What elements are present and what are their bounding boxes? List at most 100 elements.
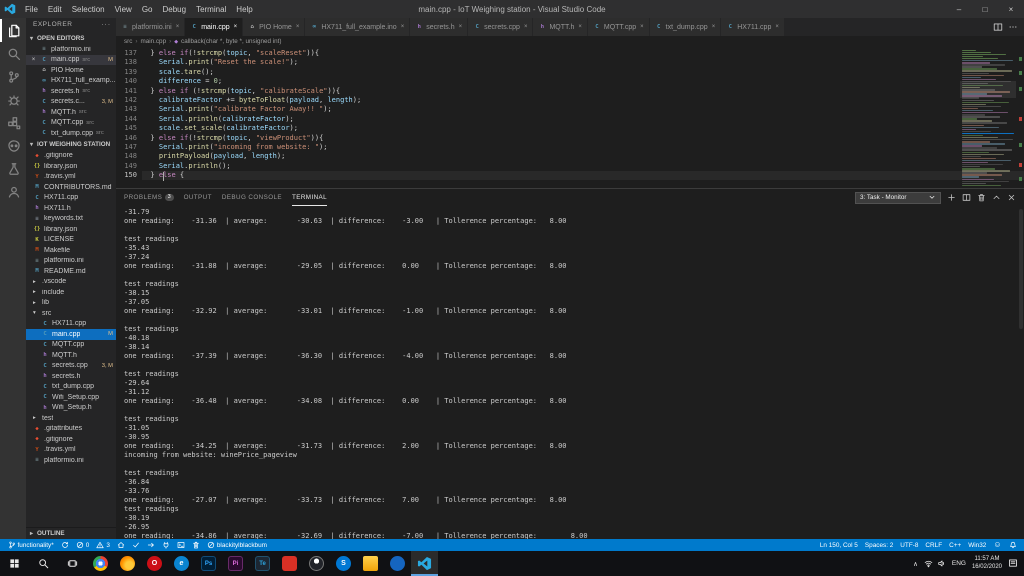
taskbar-app-chrome[interactable] xyxy=(87,551,114,576)
panel-tab-output[interactable]: OUTPUT xyxy=(184,189,212,206)
tree-item-Wifi_Setup.h[interactable]: hWifi_Setup.h xyxy=(26,403,116,414)
code-line[interactable]: scale.set_scale(calibrateFactor); xyxy=(142,124,1024,133)
code-line[interactable]: } else { xyxy=(142,171,1024,180)
menu-edit[interactable]: Edit xyxy=(43,0,67,18)
code-line[interactable]: } else if (!strcmp(topic, "calibrateScal… xyxy=(142,87,1024,96)
tree-item-HX711.cpp[interactable]: CHX711.cpp xyxy=(26,193,116,204)
taskbar-app-opera[interactable]: O xyxy=(141,551,168,576)
tab-txt_dump.cpp[interactable]: Ctxt_dump.cpp× xyxy=(650,18,722,36)
taskbar-app-edge[interactable]: e xyxy=(168,551,195,576)
tree-item-library.json[interactable]: {}library.json xyxy=(26,161,116,172)
minimize-button[interactable]: – xyxy=(946,0,972,18)
tree-item-main.cpp[interactable]: Cmain.cppM xyxy=(26,329,116,340)
menu-file[interactable]: File xyxy=(20,0,43,18)
taskbar-app-app-te[interactable]: Te xyxy=(249,551,276,576)
status-feedback[interactable]: ☺ xyxy=(990,539,1005,551)
tab-HX711.cpp[interactable]: CHX711.cpp× xyxy=(721,18,785,36)
activitybar-account[interactable] xyxy=(0,180,26,203)
volume-icon[interactable] xyxy=(937,559,946,568)
code-line[interactable]: } else if(!strcmp(topic, "scaleReset")){ xyxy=(142,49,1024,58)
outline-header[interactable]: ▸ OUTLINE xyxy=(26,527,116,539)
tree-item-MQTT.h[interactable]: hMQTT.h xyxy=(26,350,116,361)
tree-item-lib[interactable]: ▸lib xyxy=(26,298,116,309)
taskbar-app-app-red[interactable] xyxy=(276,551,303,576)
open-editor-main.cpp[interactable]: ×Cmain.cppsrcM xyxy=(26,55,116,66)
panel-tab-debug-console[interactable]: DEBUG CONSOLE xyxy=(222,189,282,206)
breadcrumb-item[interactable]: main.cpp xyxy=(141,38,167,45)
tab-MQTT.h[interactable]: hMQTT.h× xyxy=(533,18,587,36)
open-editor-platformio.ini[interactable]: ×≡platformio.ini xyxy=(26,44,116,55)
maximize-button[interactable]: □ xyxy=(972,0,998,18)
status-pio-home[interactable] xyxy=(113,539,128,551)
code-line[interactable]: Serial.println(); xyxy=(142,162,1024,171)
split-terminal-button[interactable] xyxy=(962,193,971,202)
tray-chevron[interactable]: ∧ xyxy=(913,560,918,568)
network-icon[interactable] xyxy=(924,559,933,568)
tree-item-LICENSE[interactable]: KLICENSE xyxy=(26,235,116,246)
tree-item-.travis.yml[interactable]: Y.travis.yml xyxy=(26,172,116,183)
tab-main.cpp[interactable]: Cmain.cpp× xyxy=(185,18,243,36)
taskbar-app-vscode[interactable] xyxy=(411,551,438,576)
open-editor-txt_dump.cpp[interactable]: ×Ctxt_dump.cppsrc xyxy=(26,128,116,139)
status-language-mode[interactable]: C++ xyxy=(946,539,965,551)
code-line[interactable]: printPayload(payload, length); xyxy=(142,152,1024,161)
maximize-panel-button[interactable] xyxy=(992,193,1001,202)
breadcrumb-item[interactable]: src xyxy=(124,38,132,45)
tree-item-test[interactable]: ▸test xyxy=(26,413,116,424)
menu-terminal[interactable]: Terminal xyxy=(191,0,231,18)
workspace-header[interactable]: ▾ IOT WEIGHING STATION xyxy=(26,139,116,151)
tree-item-HX711.h[interactable]: hHX711.h xyxy=(26,203,116,214)
activitybar-source-control[interactable] xyxy=(0,65,26,88)
status-indentation[interactable]: Spaces: 2 xyxy=(861,539,896,551)
close-icon[interactable]: × xyxy=(234,24,238,30)
overview-ruler[interactable] xyxy=(1016,47,1024,188)
taskbar-app-skype[interactable]: S xyxy=(330,551,357,576)
code-line[interactable]: scale.tare(); xyxy=(142,68,1024,77)
open-editor-secrets.h[interactable]: ×hsecrets.hsrc xyxy=(26,86,116,97)
close-button[interactable]: × xyxy=(998,0,1024,18)
status-device[interactable]: blackitylblackbum xyxy=(203,539,270,551)
open-editor-secrets.c...[interactable]: ×Csecrets.c...3, M xyxy=(26,97,116,108)
more-icon[interactable] xyxy=(1008,22,1018,32)
status-platform[interactable]: Win32 xyxy=(965,539,990,551)
status-pio-clean[interactable] xyxy=(188,539,203,551)
taskbar-app-obs[interactable] xyxy=(303,551,330,576)
code-line[interactable]: Serial.print("calibrate Factor Away!! ")… xyxy=(142,105,1024,114)
minimap-slider[interactable] xyxy=(960,81,1016,98)
tree-item-src[interactable]: ▾src xyxy=(26,308,116,319)
close-icon[interactable]: × xyxy=(578,24,582,30)
status-errors[interactable]: 0 xyxy=(72,539,93,551)
tree-item-.travis.yml[interactable]: Y.travis.yml xyxy=(26,445,116,456)
terminal-picker-dropdown[interactable]: 3: Task - Monitor xyxy=(855,192,941,204)
tree-item-secrets.h[interactable]: hsecrets.h xyxy=(26,371,116,382)
tab-HX711_full_example.ino[interactable]: ∞HX711_full_example.ino× xyxy=(305,18,410,36)
taskbar-app-firefox[interactable] xyxy=(114,551,141,576)
tree-item-keywords.txt[interactable]: ≡keywords.txt xyxy=(26,214,116,225)
tab-platformio.ini[interactable]: ≡platformio.ini× xyxy=(116,18,185,36)
close-icon[interactable]: × xyxy=(775,24,779,30)
start-button[interactable] xyxy=(0,551,29,576)
tree-item-Makefile[interactable]: MMakefile xyxy=(26,245,116,256)
open-editor-MQTT.h[interactable]: ×hMQTT.hsrc xyxy=(26,107,116,118)
tree-item-platformio.ini[interactable]: ≡platformio.ini xyxy=(26,256,116,267)
more-actions-icon[interactable]: ··· xyxy=(102,18,117,32)
status-notifications[interactable] xyxy=(1005,539,1020,551)
menu-go[interactable]: Go xyxy=(137,0,158,18)
code-line[interactable]: Serial.print("incoming from website: "); xyxy=(142,143,1024,152)
tree-item-.gitignore[interactable]: ◆.gitignore xyxy=(26,434,116,445)
status-eol[interactable]: CRLF xyxy=(922,539,946,551)
tree-item-HX711.cpp[interactable]: CHX711.cpp xyxy=(26,319,116,330)
menu-selection[interactable]: Selection xyxy=(67,0,110,18)
open-editors-header[interactable]: ▾ OPEN EDITORS xyxy=(26,32,116,44)
status-warnings[interactable]: 3 xyxy=(93,539,114,551)
split-icon[interactable] xyxy=(993,22,1003,32)
tree-item-MQTT.cpp[interactable]: CMQTT.cpp xyxy=(26,340,116,351)
code-line[interactable]: difference = 0; xyxy=(142,77,1024,86)
tab-MQTT.cpp[interactable]: CMQTT.cpp× xyxy=(588,18,650,36)
tree-item-library.json[interactable]: {}library.json xyxy=(26,224,116,235)
taskbar-app-app-blue[interactable] xyxy=(384,551,411,576)
activitybar-extensions[interactable] xyxy=(0,111,26,134)
status-branch[interactable]: functionality* xyxy=(4,539,57,551)
tab-secrets.cpp[interactable]: Csecrets.cpp× xyxy=(468,18,533,36)
language-indicator[interactable]: ENG xyxy=(952,560,966,567)
